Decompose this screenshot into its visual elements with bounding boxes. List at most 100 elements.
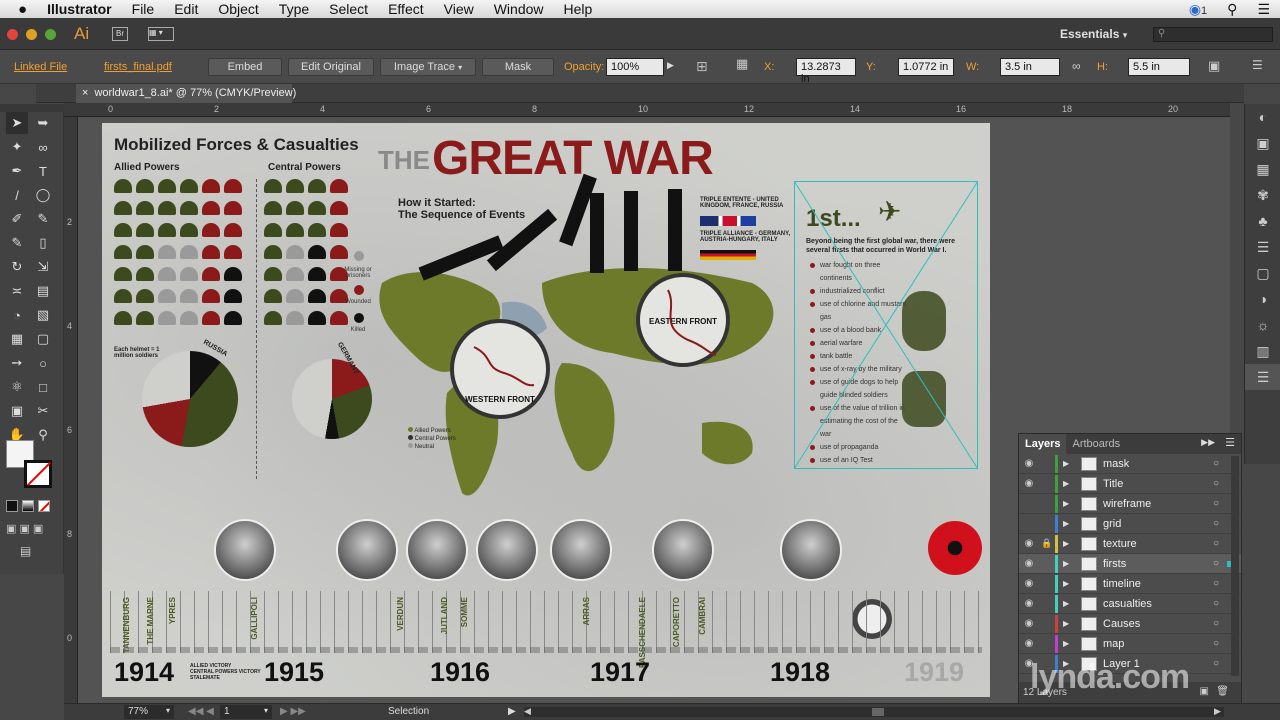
tab-artboards[interactable]: Artboards bbox=[1066, 438, 1126, 450]
tab-layers[interactable]: Layers bbox=[1019, 434, 1067, 454]
eyedropper-tool-icon[interactable]: ➙ bbox=[6, 352, 28, 374]
layer-row[interactable]: ◉ ▶ Title ○ bbox=[1019, 474, 1241, 494]
expand-triangle-icon[interactable]: ▶ bbox=[1063, 619, 1075, 628]
menu-select[interactable]: Select bbox=[319, 1, 378, 17]
x-label[interactable]: X: bbox=[764, 61, 774, 73]
menu-edit[interactable]: Edit bbox=[164, 1, 208, 17]
layers-icon[interactable]: ☰ bbox=[1245, 364, 1280, 390]
layer-row[interactable]: ◉ ▶ mask ○ bbox=[1019, 454, 1241, 474]
pencil-tool-icon[interactable]: ✎ bbox=[32, 208, 54, 230]
target-circle-icon[interactable]: ○ bbox=[1213, 578, 1227, 589]
symbol-sprayer-tool-icon[interactable]: ⚛ bbox=[6, 376, 28, 398]
embed-button[interactable]: Embed bbox=[208, 58, 282, 76]
w-field[interactable]: 3.5 in bbox=[1000, 58, 1060, 76]
lock-icon[interactable]: 🔒 bbox=[1039, 538, 1055, 549]
target-circle-icon[interactable]: ○ bbox=[1213, 538, 1227, 549]
delete-layer-icon[interactable]: 🗑 bbox=[1216, 686, 1229, 697]
opacity-flyout-arrow[interactable]: ▶ bbox=[667, 60, 674, 71]
target-circle-icon[interactable]: ○ bbox=[1213, 658, 1227, 669]
menu-view[interactable]: View bbox=[434, 1, 484, 17]
appearance-icon[interactable]: ☼ bbox=[1245, 312, 1280, 338]
pen-tool-icon[interactable]: ✒ bbox=[6, 160, 28, 182]
symbols-icon[interactable]: ♣ bbox=[1245, 208, 1280, 234]
layer-name[interactable]: grid bbox=[1103, 518, 1213, 530]
spotlight-search-icon[interactable]: ⚲ bbox=[1217, 1, 1247, 18]
constrain-proportions-icon[interactable]: ∞ bbox=[1072, 59, 1081, 73]
rotate-tool-icon[interactable]: ↻ bbox=[6, 256, 28, 278]
mask-button[interactable]: Mask bbox=[482, 58, 554, 76]
drawing-mode-buttons[interactable]: ▣ ▣ ▣ bbox=[6, 522, 60, 536]
expand-triangle-icon[interactable]: ▶ bbox=[1063, 539, 1075, 548]
help-search-input[interactable]: ⚲ bbox=[1153, 27, 1273, 42]
paintbrush-tool-icon[interactable]: ✐ bbox=[6, 208, 28, 230]
layer-row[interactable]: ◉ ▶ casualties ○ bbox=[1019, 594, 1241, 614]
visibility-eye-icon[interactable]: ◉ bbox=[1019, 578, 1039, 589]
menu-window[interactable]: Window bbox=[484, 1, 554, 17]
layer-name[interactable]: Causes bbox=[1103, 618, 1213, 630]
artboard-tool-icon[interactable]: ▣ bbox=[6, 400, 28, 422]
layer-row[interactable]: ◉ ▶ Causes ○ bbox=[1019, 614, 1241, 634]
panel-menu-icon[interactable]: ☰ bbox=[1252, 58, 1263, 72]
workspace-switcher[interactable]: Essentials ▾ bbox=[1060, 27, 1127, 41]
panel-collapse-icon[interactable]: ▶▶ bbox=[1201, 437, 1215, 448]
expand-triangle-icon[interactable]: ▶ bbox=[1063, 519, 1075, 528]
expand-triangle-icon[interactable]: ▶ bbox=[1063, 479, 1075, 488]
blob-brush-tool-icon[interactable]: ✎ bbox=[6, 232, 28, 254]
opacity-label[interactable]: Opacity: bbox=[564, 61, 604, 73]
artboard-nav-prev-icon[interactable]: ◀◀ ◀ bbox=[188, 706, 214, 717]
menu-help[interactable]: Help bbox=[554, 1, 603, 17]
scroll-left-icon[interactable]: ◀ bbox=[524, 706, 531, 717]
free-transform-tool-icon[interactable]: ▤ bbox=[32, 280, 54, 302]
layer-row[interactable]: ◉ ▶ map ○ bbox=[1019, 634, 1241, 654]
expand-triangle-icon[interactable]: ▶ bbox=[1063, 559, 1075, 568]
scroll-right-icon[interactable]: ▶ bbox=[1214, 706, 1221, 717]
layer-name[interactable]: firsts bbox=[1103, 558, 1213, 570]
transform-icon[interactable]: ▣ bbox=[1208, 58, 1220, 74]
reference-point-icon[interactable]: ▦ bbox=[736, 56, 748, 72]
gradient-icon[interactable]: ▢ bbox=[1245, 260, 1280, 286]
close-tab-icon[interactable]: × bbox=[82, 87, 88, 99]
expand-triangle-icon[interactable]: ▶ bbox=[1063, 499, 1075, 508]
line-tool-icon[interactable]: / bbox=[6, 184, 28, 206]
target-circle-icon[interactable]: ○ bbox=[1213, 618, 1227, 629]
color-panel-icon[interactable]: ◐ bbox=[1245, 104, 1280, 130]
visibility-eye-icon[interactable]: ◉ bbox=[1019, 638, 1039, 649]
stroke-icon[interactable]: ☰ bbox=[1245, 234, 1280, 260]
magic-wand-tool-icon[interactable]: ✦ bbox=[6, 136, 28, 158]
status-flyout-arrow[interactable]: ▶ bbox=[508, 706, 516, 717]
artboard-nav-next-icon[interactable]: ▶ ▶▶ bbox=[280, 706, 306, 717]
h-label[interactable]: H: bbox=[1097, 61, 1108, 73]
visibility-eye-icon[interactable]: ◉ bbox=[1019, 618, 1039, 629]
expand-triangle-icon[interactable]: ▶ bbox=[1063, 639, 1075, 648]
layer-name[interactable]: wireframe bbox=[1103, 498, 1213, 510]
opacity-field[interactable]: 100% bbox=[606, 58, 664, 76]
align-to-icon[interactable]: ⊞ bbox=[696, 58, 708, 75]
menu-object[interactable]: Object bbox=[208, 1, 268, 17]
x-field[interactable]: 13.2873 in bbox=[796, 58, 856, 85]
blend-tool-icon[interactable]: ○ bbox=[32, 352, 54, 374]
graphic-styles-icon[interactable]: ▥ bbox=[1245, 338, 1280, 364]
apple-icon[interactable]: ● bbox=[0, 1, 37, 18]
target-circle-icon[interactable]: ○ bbox=[1213, 498, 1227, 509]
new-layer-icon[interactable]: ▣ bbox=[1200, 686, 1209, 697]
color-mode-buttons[interactable] bbox=[6, 500, 60, 514]
layer-row[interactable]: ▶ wireframe ○ bbox=[1019, 494, 1241, 514]
zoom-window-button[interactable] bbox=[45, 29, 56, 40]
y-label[interactable]: Y: bbox=[866, 61, 876, 73]
minimize-window-button[interactable] bbox=[26, 29, 37, 40]
visibility-eye-icon[interactable]: ◉ bbox=[1019, 458, 1039, 469]
w-label[interactable]: W: bbox=[966, 61, 979, 73]
color-guide-icon[interactable]: ▣ bbox=[1245, 130, 1280, 156]
bridge-button[interactable]: Br bbox=[112, 27, 128, 41]
artboard[interactable]: Mobilized Forces & Casualties Allied Pow… bbox=[102, 123, 990, 697]
width-tool-icon[interactable]: ≍ bbox=[6, 280, 28, 302]
scale-tool-icon[interactable]: ⇲ bbox=[32, 256, 54, 278]
horizontal-scrollbar[interactable] bbox=[524, 707, 1224, 717]
mesh-tool-icon[interactable]: ▦ bbox=[6, 328, 28, 350]
shape-builder-tool-icon[interactable]: ◔ bbox=[6, 304, 28, 326]
menu-effect[interactable]: Effect bbox=[378, 1, 434, 17]
h-field[interactable]: 5.5 in bbox=[1128, 58, 1190, 76]
notification-list-icon[interactable]: ☰ bbox=[1247, 1, 1280, 18]
ellipse-tool-icon[interactable]: ◯ bbox=[32, 184, 54, 206]
toolbox-grip[interactable] bbox=[0, 104, 64, 112]
